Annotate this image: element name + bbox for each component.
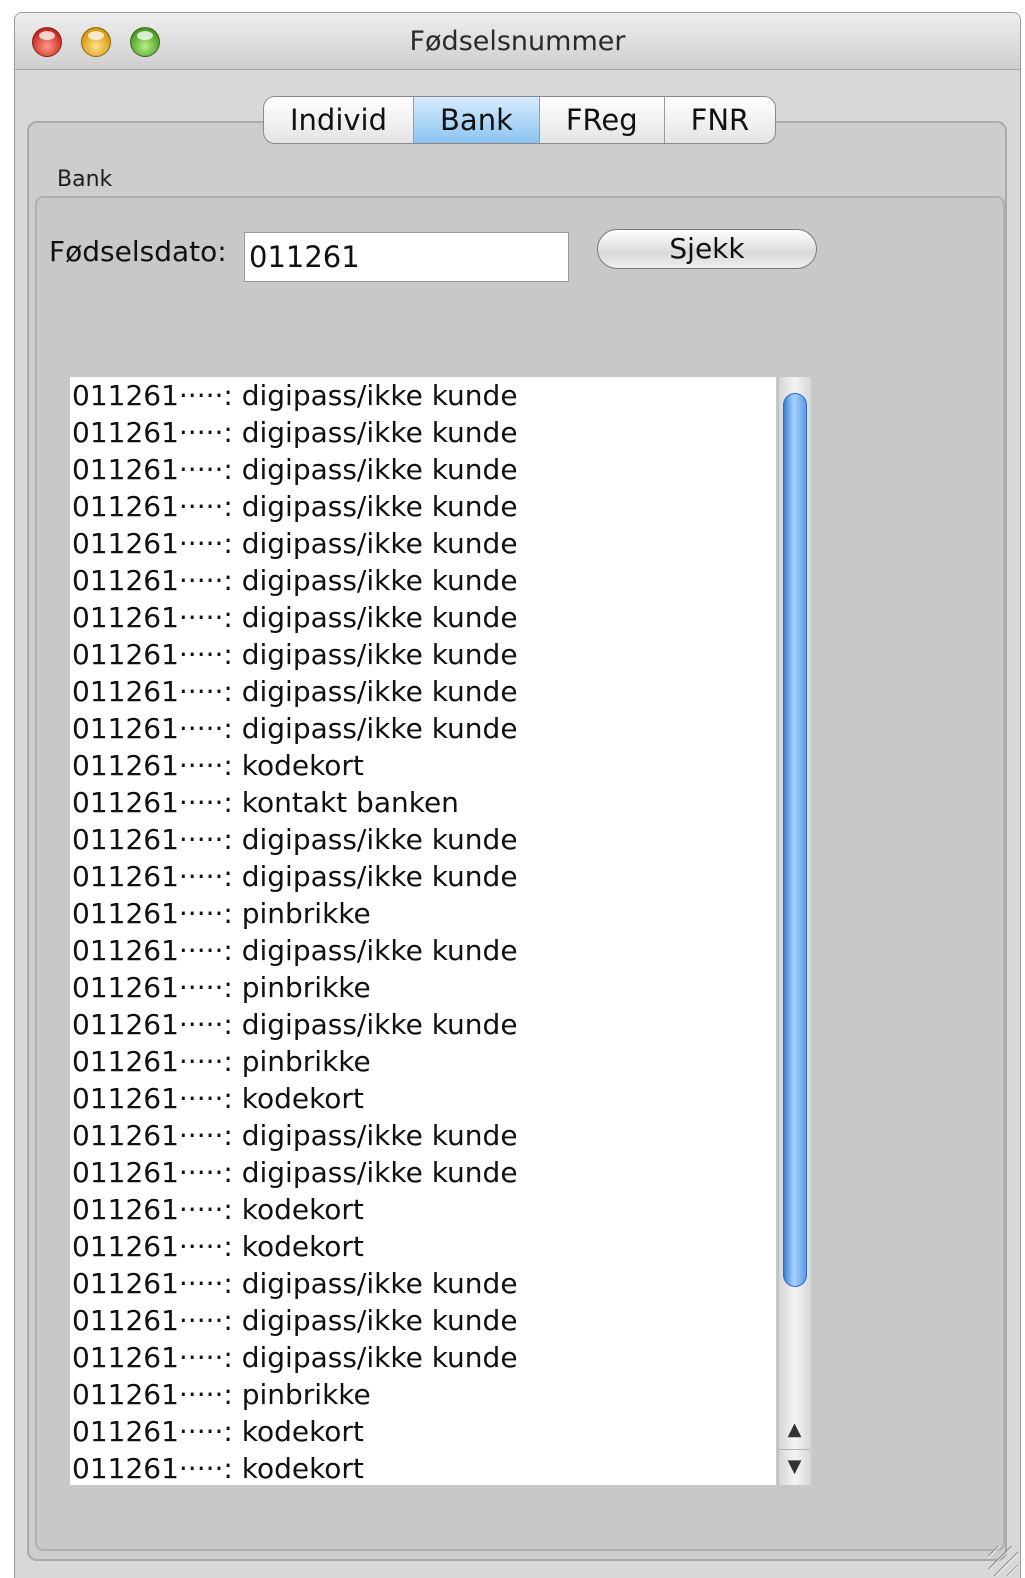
list-item[interactable]: 011261·····: digipass/ikke kunde xyxy=(70,525,776,562)
results-list[interactable]: 011261·····: digipass/ikke kunde 011261··… xyxy=(70,377,776,1485)
list-item[interactable]: 011261·····: pinbrikke xyxy=(70,1376,776,1413)
group-label: Bank xyxy=(57,167,113,192)
tab-bank[interactable]: Bank xyxy=(414,97,540,143)
scroll-thumb[interactable] xyxy=(783,393,807,1287)
list-item[interactable]: 011261·····: digipass/ikke kunde xyxy=(70,562,776,599)
tab-bar: Individ Bank FReg FNR xyxy=(263,96,777,144)
scroll-down-arrow-icon[interactable]: ▼ xyxy=(779,1449,810,1484)
list-item[interactable]: 011261·····: digipass/ikke kunde xyxy=(70,710,776,747)
list-item[interactable]: 011261·····: digipass/ikke kunde xyxy=(70,377,776,414)
window-title: Fødselsnummer xyxy=(409,26,626,57)
list-item[interactable]: 011261·····: pinbrikke xyxy=(70,895,776,932)
list-item[interactable]: 011261·····: digipass/ikke kunde xyxy=(70,636,776,673)
list-item[interactable]: 011261·····: digipass/ikke kunde xyxy=(70,1117,776,1154)
list-item[interactable]: 011261·····: digipass/ikke kunde xyxy=(70,488,776,525)
list-item[interactable]: 011261·····: digipass/ikke kunde xyxy=(70,451,776,488)
list-item[interactable]: 011261·····: pinbrikke xyxy=(70,969,776,1006)
list-item[interactable]: 011261·····: digipass/ikke kunde xyxy=(70,673,776,710)
title-bar[interactable]: Fødselsnummer xyxy=(15,13,1020,70)
tab-fnr[interactable]: FNR xyxy=(665,97,776,143)
list-item[interactable]: 011261·····: digipass/ikke kunde xyxy=(70,1154,776,1191)
sjekk-button[interactable]: Sjekk xyxy=(597,229,817,269)
results-scrollbar[interactable]: ▲ ▼ xyxy=(778,377,811,1485)
list-item[interactable]: 011261·····: kontakt banken xyxy=(70,784,776,821)
resize-grip-icon[interactable] xyxy=(988,1546,1018,1576)
list-item[interactable]: 011261·····: kodekort xyxy=(70,1450,776,1485)
scroll-up-arrow-icon[interactable]: ▲ xyxy=(779,1413,810,1447)
list-item[interactable]: 011261·····: digipass/ikke kunde xyxy=(70,1339,776,1376)
list-item[interactable]: 011261·····: digipass/ikke kunde xyxy=(70,414,776,451)
list-item[interactable]: 011261·····: kodekort xyxy=(70,1413,776,1450)
list-item[interactable]: 011261·····: digipass/ikke kunde xyxy=(70,1265,776,1302)
list-item[interactable]: 011261·····: kodekort xyxy=(70,1191,776,1228)
list-item[interactable]: 011261·····: pinbrikke xyxy=(70,1043,776,1080)
list-item[interactable]: 011261·····: digipass/ikke kunde xyxy=(70,1006,776,1043)
tab-individ[interactable]: Individ xyxy=(264,97,415,143)
list-item[interactable]: 011261·····: kodekort xyxy=(70,1080,776,1117)
list-item[interactable]: 011261·····: digipass/ikke kunde xyxy=(70,599,776,636)
list-item[interactable]: 011261·····: kodekort xyxy=(70,1228,776,1265)
fodselsdato-label: Fødselsdato: xyxy=(49,235,227,268)
fodselsdato-input[interactable] xyxy=(244,232,569,282)
list-item[interactable]: 011261·····: digipass/ikke kunde xyxy=(70,858,776,895)
tab-freg[interactable]: FReg xyxy=(540,97,665,143)
list-item[interactable]: 011261·····: kodekort xyxy=(70,747,776,784)
list-item[interactable]: 011261·····: digipass/ikke kunde xyxy=(70,932,776,969)
list-item[interactable]: 011261·····: digipass/ikke kunde xyxy=(70,1302,776,1339)
app-window: Fødselsnummer Individ Bank FReg FNR Bank… xyxy=(14,12,1021,1578)
list-item[interactable]: 011261·····: digipass/ikke kunde xyxy=(70,821,776,858)
